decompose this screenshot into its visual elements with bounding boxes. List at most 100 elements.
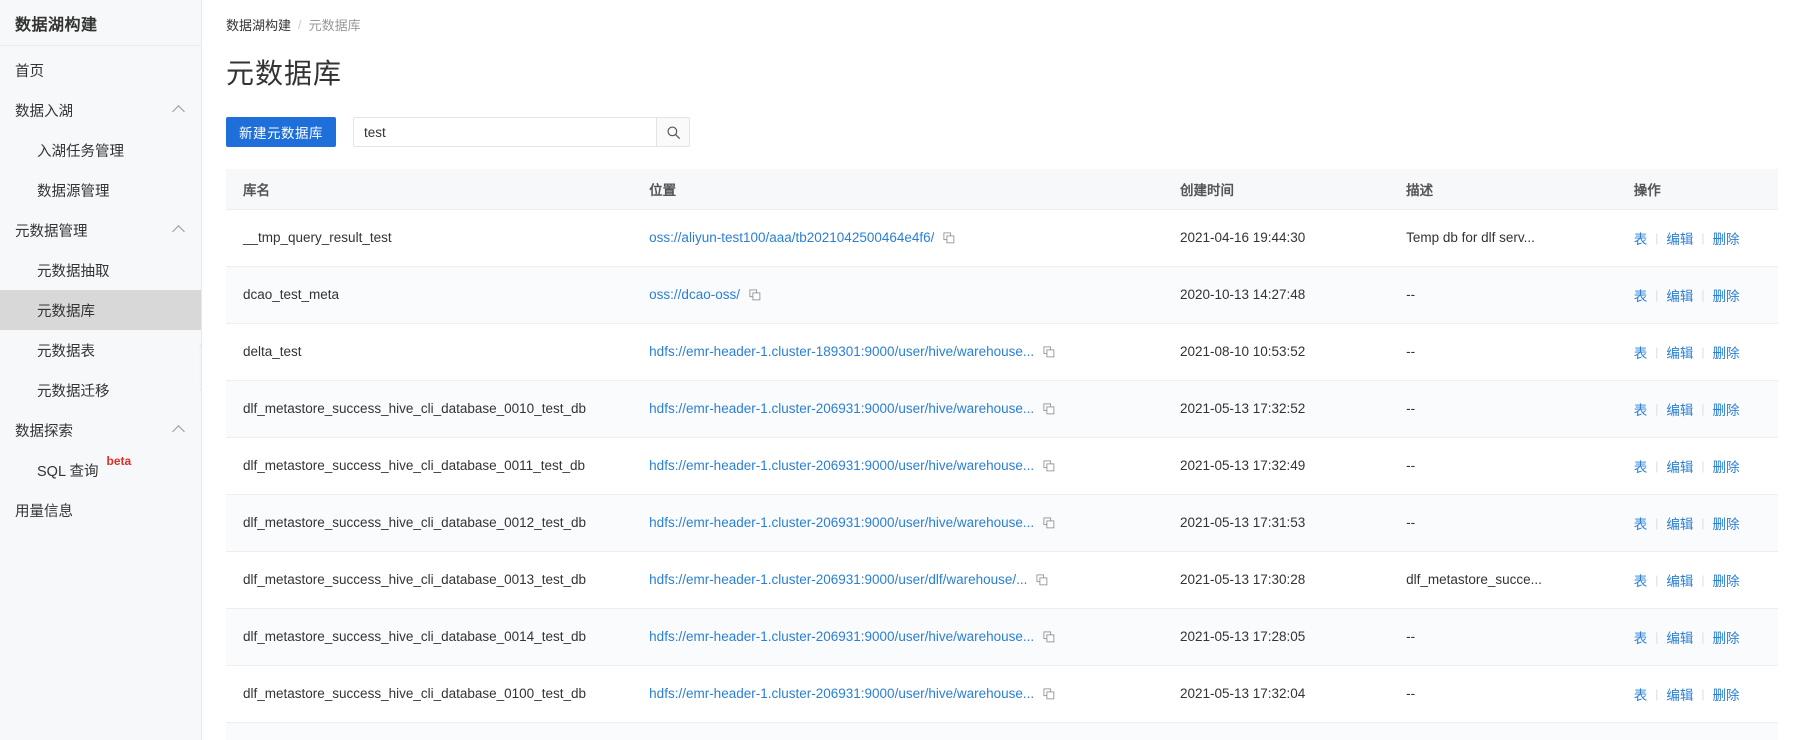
- action-view-tables[interactable]: 表: [1634, 228, 1648, 248]
- location-link[interactable]: hdfs://emr-header-1.cluster-206931:9000/…: [649, 572, 1027, 587]
- location-link[interactable]: hdfs://emr-header-1.cluster-206931:9000/…: [649, 629, 1034, 644]
- sidebar-item-11[interactable]: 用量信息: [0, 490, 201, 530]
- description-text: --: [1406, 629, 1416, 644]
- main-content: 数据湖构建 / 元数据库 元数据库 新建元数据库 test 库名 位置 创建时间…: [202, 0, 1818, 740]
- cell-database-name: dlf_metastore_success_hive_cli_database_…: [226, 494, 633, 552]
- breadcrumb-separator: /: [298, 17, 302, 32]
- action-delete[interactable]: 删除: [1712, 285, 1739, 305]
- action-separator: |: [1655, 629, 1659, 644]
- action-view-tables[interactable]: 表: [1634, 456, 1648, 476]
- action-edit[interactable]: 编辑: [1666, 399, 1693, 419]
- location-link[interactable]: hdfs://emr-header-1.cluster-206931:9000/…: [649, 515, 1034, 530]
- breadcrumb-root[interactable]: 数据湖构建: [226, 15, 291, 34]
- cell-actions: 表 | 编辑 | 删除: [1633, 266, 1778, 324]
- column-header-actions: 操作: [1633, 169, 1778, 210]
- sidebar: 数据湖构建 首页 数据入湖 入湖任务管理 数据源管理 元数据管理 元数据抽取 元数据库 元数据…: [0, 0, 202, 740]
- sidebar-item-7[interactable]: 元数据表: [0, 330, 201, 370]
- location-wrapper: hdfs://emr-header-1.cluster-206931:9000/…: [649, 572, 1153, 587]
- sidebar-item-3[interactable]: 数据源管理: [0, 170, 201, 210]
- copy-icon[interactable]: [943, 231, 955, 244]
- row-actions: 表 | 编辑 | 删除: [1634, 228, 1768, 248]
- action-delete[interactable]: 删除: [1712, 399, 1739, 419]
- action-delete[interactable]: 删除: [1712, 228, 1739, 248]
- action-separator: |: [1655, 230, 1659, 245]
- action-view-tables[interactable]: 表: [1634, 399, 1648, 419]
- location-wrapper: oss://dcao-oss/: [649, 287, 1153, 302]
- sidebar-item-5[interactable]: 元数据抽取: [0, 250, 201, 290]
- location-link[interactable]: hdfs://emr-header-1.cluster-206931:9000/…: [649, 458, 1034, 473]
- action-edit[interactable]: 编辑: [1666, 456, 1693, 476]
- action-delete[interactable]: 删除: [1712, 342, 1739, 362]
- action-view-tables[interactable]: 表: [1634, 285, 1648, 305]
- table-row: dlf_metastore_success_hive_cli_database_…: [226, 608, 1778, 666]
- sidebar-item-2[interactable]: 入湖任务管理: [0, 130, 201, 170]
- cell-location: hdfs://emr-header-1.cluster-206931:9000/…: [632, 437, 1163, 495]
- table-row: dlf_metastore_success_hive_cli_database_…: [226, 665, 1778, 723]
- search-button[interactable]: [656, 117, 690, 147]
- sidebar-item-4[interactable]: 元数据管理: [0, 210, 201, 250]
- description-text: dlf_metastore_succe...: [1406, 572, 1542, 587]
- action-view-tables[interactable]: 表: [1634, 342, 1648, 362]
- copy-icon[interactable]: [1043, 402, 1055, 415]
- action-edit[interactable]: 编辑: [1666, 627, 1693, 647]
- sidebar-item-label: 首页: [15, 63, 44, 80]
- action-delete[interactable]: 删除: [1712, 456, 1739, 476]
- sidebar-item-10[interactable]: SQL 查询 beta: [0, 450, 201, 490]
- copy-icon[interactable]: [1043, 687, 1055, 700]
- copy-icon[interactable]: [1036, 573, 1048, 586]
- location-link[interactable]: hdfs://emr-header-1.cluster-206931:9000/…: [649, 686, 1034, 701]
- action-edit[interactable]: 编辑: [1666, 228, 1693, 248]
- copy-icon[interactable]: [1043, 459, 1055, 472]
- sidebar-item-9[interactable]: 数据探索: [0, 410, 201, 450]
- action-edit[interactable]: 编辑: [1666, 513, 1693, 533]
- sidebar-header: 数据湖构建: [0, 0, 201, 46]
- sidebar-item-6[interactable]: 元数据库: [0, 290, 201, 330]
- cell-database-name: dlf_metastore_success_hive_cli_database_…: [226, 437, 633, 495]
- cell-actions: 表 | 编辑 | 删除: [1633, 323, 1778, 381]
- copy-icon[interactable]: [749, 288, 761, 301]
- create-metadatabase-button[interactable]: 新建元数据库: [226, 117, 336, 147]
- sidebar-item-1[interactable]: 数据入湖: [0, 90, 201, 130]
- page-title: 元数据库: [226, 58, 343, 89]
- table-row: dlf_metastore_success_hive_cli_database_…: [226, 380, 1778, 438]
- action-delete[interactable]: 删除: [1712, 513, 1739, 533]
- location-link[interactable]: oss://aliyun-test100/aaa/tb2021042500464…: [649, 230, 934, 245]
- action-delete[interactable]: 删除: [1712, 570, 1739, 590]
- table-header-row: 库名 位置 创建时间 描述 操作: [226, 169, 1778, 210]
- cell-database-name: dlf_metastore_success_hive_cli_database_…: [226, 665, 633, 723]
- description-text: --: [1406, 686, 1416, 701]
- action-view-tables[interactable]: 表: [1634, 627, 1648, 647]
- search-group: [353, 117, 690, 147]
- action-separator: |: [1655, 287, 1659, 302]
- cell-location: hdfs://emr-header-1.cluster-206931:9000/…: [632, 665, 1163, 723]
- table-row: dcao_test_meta oss://dcao-oss/2020-10-13 …: [226, 266, 1778, 324]
- action-view-tables[interactable]: 表: [1634, 684, 1648, 704]
- row-actions: 表 | 编辑 | 删除: [1634, 399, 1768, 419]
- cell-created-time: 2021-05-13 17:31:53: [1162, 494, 1390, 552]
- action-view-tables[interactable]: 表: [1634, 513, 1648, 533]
- breadcrumb-current: 元数据库: [308, 18, 361, 33]
- table-head: 库名 位置 创建时间 描述 操作: [226, 169, 1778, 210]
- search-input[interactable]: [353, 117, 656, 147]
- action-edit[interactable]: 编辑: [1666, 285, 1693, 305]
- location-link[interactable]: hdfs://emr-header-1.cluster-206931:9000/…: [649, 401, 1034, 416]
- action-edit[interactable]: 编辑: [1666, 570, 1693, 590]
- sidebar-item-8[interactable]: 元数据迁移: [0, 370, 201, 410]
- action-separator: |: [1701, 572, 1705, 587]
- sidebar-item-label: 入湖任务管理: [37, 143, 124, 160]
- sidebar-item-0[interactable]: 首页: [0, 50, 201, 90]
- action-delete[interactable]: 删除: [1712, 627, 1739, 647]
- copy-icon[interactable]: [1043, 516, 1055, 529]
- action-view-tables[interactable]: 表: [1634, 570, 1648, 590]
- location-link[interactable]: oss://dcao-oss/: [649, 287, 740, 302]
- action-edit[interactable]: 编辑: [1666, 342, 1693, 362]
- location-link[interactable]: hdfs://emr-header-1.cluster-189301:9000/…: [649, 344, 1034, 359]
- copy-icon[interactable]: [1043, 630, 1055, 643]
- column-header-created: 创建时间: [1162, 169, 1390, 210]
- action-edit[interactable]: 编辑: [1666, 684, 1693, 704]
- cell-description: --: [1389, 380, 1634, 438]
- action-delete[interactable]: 删除: [1712, 684, 1739, 704]
- copy-icon[interactable]: [1043, 345, 1055, 358]
- table-row: delta_test hdfs://emr-header-1.cluster-18…: [226, 323, 1778, 381]
- sidebar-item-label: 用量信息: [15, 503, 73, 520]
